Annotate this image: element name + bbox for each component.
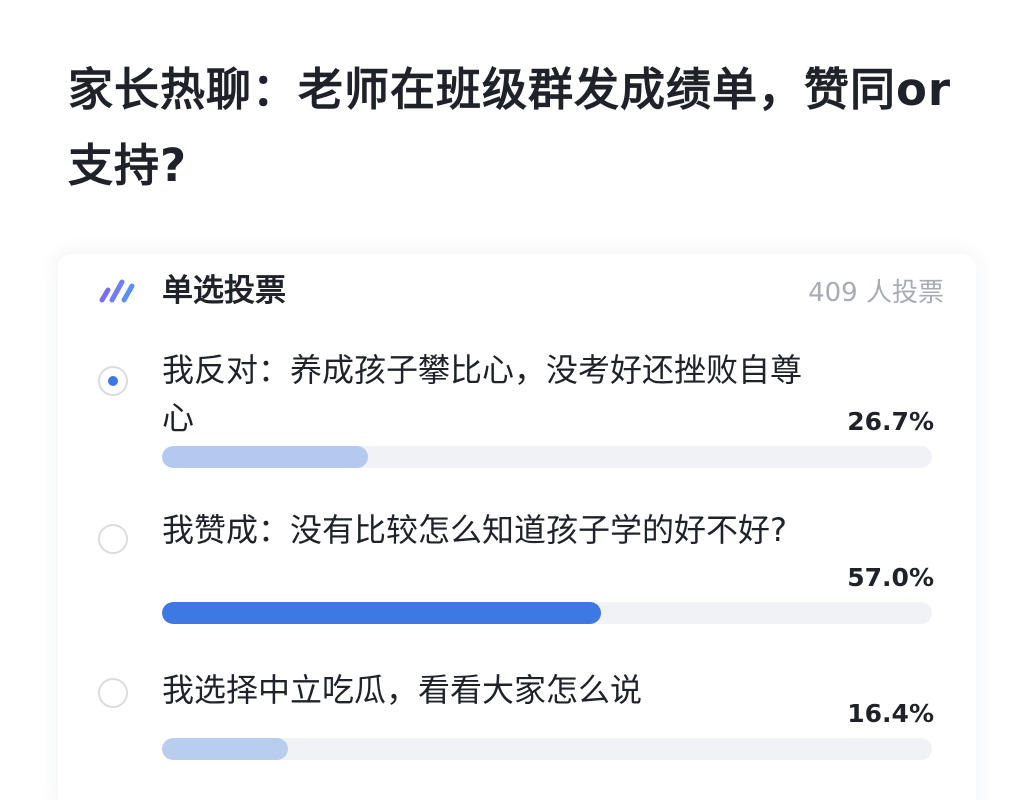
- progress-fill: [162, 602, 601, 624]
- progress-fill: [162, 738, 289, 760]
- poll-option-percent: 57.0%: [847, 563, 934, 592]
- poll-option-text: 我反对：养成孩子攀比心，没考好还挫败自尊心: [162, 351, 803, 437]
- poll-icon: [99, 279, 135, 303]
- radio-button[interactable]: [98, 678, 128, 708]
- poll-type-label: 单选投票: [162, 273, 286, 309]
- progress-track: [162, 602, 932, 624]
- poll-option-percent: 16.4%: [847, 699, 934, 728]
- poll-option-text: 我选择中立吃瓜，看看大家怎么说: [162, 671, 643, 709]
- vote-count: 409 人投票: [808, 278, 944, 308]
- post-title: 家长热聊：老师在班级群发成绩单，赞同or支持?: [68, 63, 952, 192]
- poll-header: 单选投票 409 人投票: [98, 268, 944, 314]
- poll-option-text: 我赞成：没有比较怎么知道孩子学的好不好?: [162, 511, 787, 549]
- radio-button[interactable]: [98, 524, 128, 554]
- radio-button-selected[interactable]: [98, 366, 128, 396]
- progress-track: [162, 446, 932, 468]
- progress-track: [162, 738, 932, 760]
- poll-option[interactable]: 我赞成：没有比较怎么知道孩子学的好不好? 57.0%: [98, 506, 944, 626]
- poll-option[interactable]: 我反对：养成孩子攀比心，没考好还挫败自尊心 26.7%: [98, 346, 944, 468]
- poll-option-percent: 26.7%: [847, 407, 934, 436]
- poll-card: 单选投票 409 人投票 我反对：养成孩子攀比心，没考好还挫败自尊心 26.7%…: [58, 254, 976, 800]
- poll-option[interactable]: 我选择中立吃瓜，看看大家怎么说 16.4%: [98, 671, 944, 774]
- progress-fill: [162, 446, 368, 468]
